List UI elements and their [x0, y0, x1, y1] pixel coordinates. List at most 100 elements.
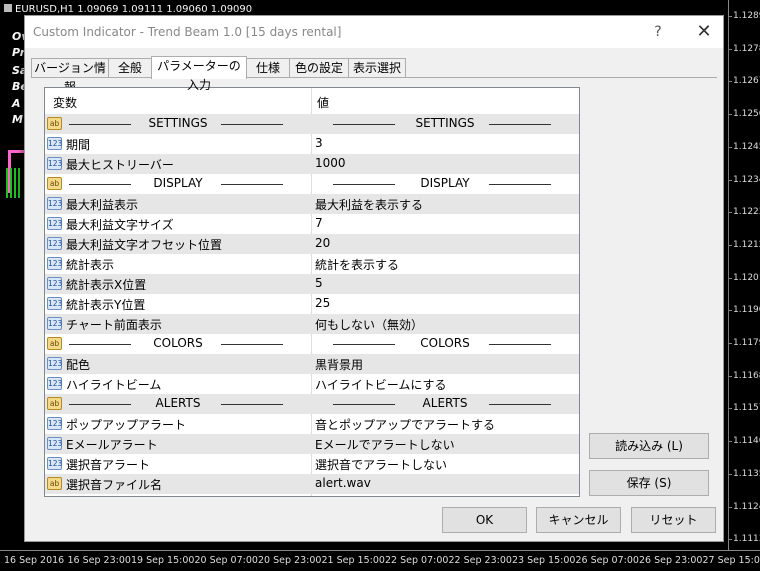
parameter-value[interactable]: DISPLAY — [312, 176, 578, 190]
parameters-grid: 変数 値 abSETTINGSSETTINGS123期間3123最大ヒストリーバ… — [44, 87, 580, 497]
parameter-value[interactable]: alert.wav — [315, 476, 371, 490]
numeric-param-icon: 123 — [47, 217, 62, 230]
parameter-row[interactable]: 123ポップアップアラート音とポップアップでアラートする — [45, 414, 579, 434]
price-label: 1.11460 — [733, 436, 760, 446]
parameter-value[interactable]: ALERTS — [312, 396, 578, 410]
parameter-value[interactable]: 3 — [315, 136, 323, 150]
numeric-param-icon: 123 — [47, 457, 62, 470]
parameter-value[interactable]: COLORS — [312, 336, 578, 350]
parameter-value[interactable]: 最大利益を表示する — [315, 196, 423, 213]
parameter-row[interactable]: 123統計表示Y位置25 — [45, 294, 579, 314]
parameter-row[interactable]: 123チャート前面表示何もしない（無効） — [45, 314, 579, 334]
section-row[interactable]: abALERTSALERTS — [45, 394, 579, 414]
price-label: 1.12120 — [733, 240, 760, 250]
time-label: 21 Sep 15:00 — [322, 555, 385, 566]
chart-panel-label: M — [12, 113, 23, 126]
price-label: 1.11900 — [733, 305, 760, 315]
parameter-name: 最大利益表示 — [66, 196, 138, 213]
price-tick — [729, 408, 732, 409]
price-label: 1.11240 — [733, 502, 760, 512]
dialog-title: Custom Indicator - Trend Beam 1.0 [15 da… — [33, 25, 341, 39]
section-row[interactable]: abDISPLAYDISPLAY — [45, 174, 579, 194]
price-label: 1.11790 — [733, 338, 760, 348]
section-row[interactable]: abCOLORSCOLORS — [45, 334, 579, 354]
time-label: 23 Sep 15:00 — [512, 555, 575, 566]
parameter-row[interactable]: 123配色黒背景用 — [45, 354, 579, 374]
grid-header: 変数 値 — [45, 88, 579, 115]
numeric-param-icon: 123 — [47, 357, 62, 370]
tab-0[interactable]: バージョン情報 — [31, 58, 109, 78]
price-label: 1.11570 — [733, 403, 760, 413]
parameter-value[interactable]: 音とポップアップでアラートする — [315, 416, 495, 433]
string-param-icon: ab — [47, 477, 62, 490]
reset-button[interactable]: リセット — [631, 507, 716, 533]
cancel-button[interactable]: キャンセル — [536, 507, 621, 533]
parameter-value[interactable]: 7 — [315, 216, 323, 230]
parameter-row[interactable]: 123EメールアラートEメールでアラートしない — [45, 434, 579, 454]
parameter-name: 統計表示 — [66, 256, 114, 273]
save-button[interactable]: 保存 (S) — [589, 470, 709, 496]
parameter-value[interactable]: 何もしない（無効） — [315, 316, 423, 333]
parameter-value[interactable]: 20 — [315, 236, 330, 250]
parameter-value[interactable]: 統計を表示する — [315, 256, 399, 273]
parameter-value[interactable]: ハイライトビームにする — [315, 376, 447, 393]
price-tick — [729, 343, 732, 344]
parameter-value[interactable]: 1000 — [315, 156, 346, 170]
price-label: 1.11680 — [733, 371, 760, 381]
close-button[interactable]: ✕ — [689, 21, 719, 43]
parameter-name: ハイライトビーム — [66, 376, 161, 393]
numeric-param-icon: 123 — [47, 137, 62, 150]
parameter-value[interactable]: 25 — [315, 296, 330, 310]
parameter-name: 最大利益文字サイズ — [66, 216, 174, 233]
price-label: 1.12010 — [733, 273, 760, 283]
tab-4[interactable]: 色の設定 — [289, 58, 349, 78]
tab-2[interactable]: パラメーターの入力 — [151, 56, 247, 79]
column-header-variable: 変数 — [53, 94, 77, 111]
parameter-name: ALERTS — [45, 396, 311, 410]
parameter-value[interactable]: SETTINGS — [312, 116, 578, 130]
parameter-value[interactable]: 黒背景用 — [315, 356, 363, 373]
parameter-name: チャート前面表示 — [66, 316, 162, 333]
parameter-row[interactable]: ab選択音ファイル名alert.wav — [45, 474, 579, 494]
price-tick — [729, 310, 732, 311]
time-label: 20 Sep 07:00 — [195, 555, 258, 566]
chart-symbol-label: EURUSD,H1 1.09069 1.09111 1.09060 1.0909… — [4, 4, 252, 15]
parameter-row[interactable]: 123統計表示X位置5 — [45, 274, 579, 294]
numeric-param-icon: 123 — [47, 237, 62, 250]
parameter-row[interactable]: 123 ハイライトビーム ハイライトビームにする — [45, 374, 579, 394]
time-label: 22 Sep 07:00 — [385, 555, 448, 566]
parameter-row[interactable]: 123 最大利益文字サイズ 7 — [45, 214, 579, 234]
price-tick — [729, 49, 732, 50]
section-row[interactable]: abSETTINGSSETTINGS — [45, 114, 579, 134]
parameter-value[interactable]: Eメールでアラートしない — [315, 436, 455, 453]
parameter-row[interactable]: 123最大利益表示最大利益を表示する — [45, 194, 579, 214]
numeric-param-icon: 123 — [47, 377, 62, 390]
numeric-param-icon: 123 — [47, 157, 62, 170]
parameter-value[interactable]: 5 — [315, 276, 323, 290]
parameter-row[interactable]: 123選択音アラート選択音でアラートしない — [45, 454, 579, 474]
time-label: 22 Sep 23:00 — [449, 555, 512, 566]
time-label: 20 Sep 23:00 — [258, 555, 321, 566]
time-axis: 16 Sep 201616 Sep 23:0019 Sep 15:0020 Se… — [0, 550, 760, 571]
tab-3[interactable]: 仕様 — [246, 58, 290, 78]
parameter-row[interactable]: 123最大利益文字オフセット位置20 — [45, 234, 579, 254]
tab-1[interactable]: 全般 — [108, 58, 152, 78]
parameter-row[interactable]: 123期間3 — [45, 134, 579, 154]
load-button[interactable]: 読み込み (L) — [589, 433, 709, 459]
numeric-param-icon: 123 — [47, 277, 62, 290]
price-label: 1.11350 — [733, 469, 760, 479]
price-tick — [729, 376, 732, 377]
tab-5[interactable]: 表示選択 — [348, 58, 406, 78]
ok-button[interactable]: OK — [442, 507, 527, 533]
parameter-name: ポップアップアラート — [66, 416, 186, 433]
parameter-value[interactable]: 選択音でアラートしない — [315, 456, 447, 473]
price-label: 1.12450 — [733, 142, 760, 152]
price-label: 1.12230 — [733, 207, 760, 217]
help-button[interactable]: ? — [643, 22, 673, 42]
parameter-row[interactable]: 123最大ヒストリーバー1000 — [45, 154, 579, 174]
numeric-param-icon: 123 — [47, 297, 62, 310]
parameter-row[interactable]: 123統計表示統計を表示する — [45, 254, 579, 274]
chart-menu-icon — [4, 4, 12, 12]
time-label: 16 Sep 2016 — [4, 555, 64, 566]
time-label: 26 Sep 07:00 — [576, 555, 639, 566]
